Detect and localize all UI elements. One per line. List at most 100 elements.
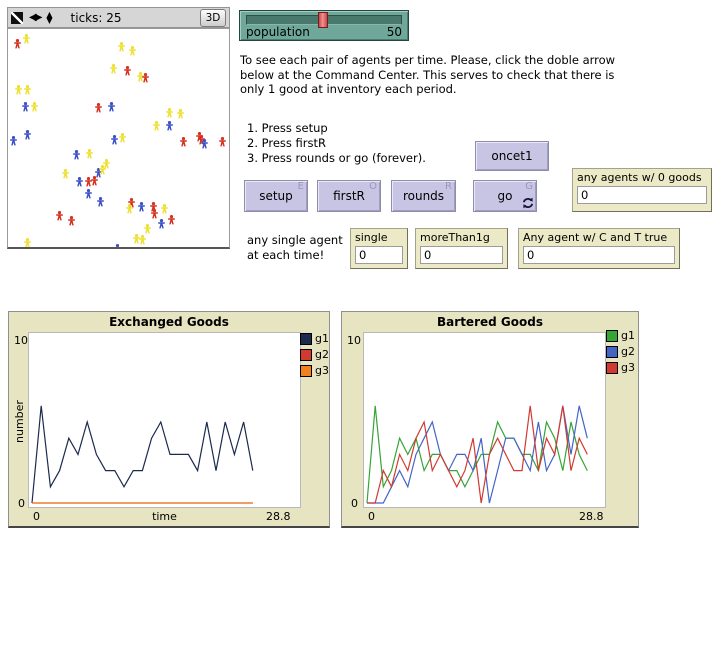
monitor-any-agents-0-goods: any agents w/ 0 goods 0 xyxy=(572,168,712,212)
plot-area xyxy=(28,332,301,508)
plot-bartered-goods: Bartered Goods 10 0 0 28.8 g1g2g3 xyxy=(341,311,639,528)
agent-person xyxy=(62,169,69,178)
agent-person xyxy=(139,235,146,244)
monitor-value: 0 xyxy=(577,186,707,204)
legend-label: g1 xyxy=(315,332,329,345)
plot-title: Exchanged Goods xyxy=(9,315,329,329)
monitor-single: single 0 xyxy=(350,228,408,269)
legend-label: g2 xyxy=(621,345,635,358)
world-canvas xyxy=(7,28,230,249)
agent-person xyxy=(14,39,21,48)
agent-person xyxy=(68,216,75,225)
legend-label: g3 xyxy=(621,361,635,374)
monitor-value: 0 xyxy=(355,246,403,264)
monitor-value: 0 xyxy=(523,246,675,264)
agent-person xyxy=(166,108,173,117)
agent-person xyxy=(153,121,160,130)
agents-layer xyxy=(8,29,229,247)
agent-person xyxy=(24,85,31,94)
agent-person xyxy=(168,215,175,224)
legend-swatch xyxy=(606,330,618,342)
agent-person xyxy=(118,42,125,51)
view-3d-button[interactable]: 3D xyxy=(200,9,226,27)
agent-person xyxy=(31,102,38,111)
agent-person xyxy=(166,121,173,130)
legend-label: g2 xyxy=(315,348,329,361)
agent-person xyxy=(144,224,151,233)
firstr-shortcut-key: O xyxy=(369,181,377,192)
legend-item: g1 xyxy=(300,332,329,345)
side-note-line: any single agent xyxy=(247,233,343,248)
agent-person xyxy=(138,202,145,211)
resize-icon[interactable] xyxy=(11,12,23,24)
monitor-label: any agents w/ 0 goods xyxy=(577,171,707,184)
agent-person xyxy=(133,234,140,243)
population-slider[interactable]: population 50 xyxy=(239,10,409,41)
world-view-header: ◀▶ ▲▼ ticks: 25 3D xyxy=(7,7,230,28)
rounds-button[interactable]: rounds R xyxy=(391,180,456,212)
legend-swatch xyxy=(606,346,618,358)
agent-person xyxy=(95,103,102,112)
setup-button[interactable]: setup E xyxy=(244,180,308,212)
agent-person xyxy=(103,159,110,168)
ticks-counter: ticks: 25 xyxy=(71,11,122,25)
y-axis-min-tick: 0 xyxy=(18,497,25,510)
agent-person xyxy=(219,137,226,146)
x-axis-max-tick: 28.8 xyxy=(579,510,604,523)
plot-legend: g1 g2 g3 xyxy=(606,329,635,374)
agent-person xyxy=(177,109,184,118)
y-axis-min-tick: 0 xyxy=(351,497,358,510)
side-note-line: at each time! xyxy=(247,248,343,263)
agent-person xyxy=(124,66,131,75)
netlogo-interface: ◀▶ ▲▼ ticks: 25 3D population 50 xyxy=(0,0,718,661)
instruction-item: 3. Press rounds or go (forever). xyxy=(247,151,426,166)
legend-label: g1 xyxy=(621,329,635,342)
x-axis-min-tick: 0 xyxy=(368,510,375,523)
legend-swatch xyxy=(300,349,312,361)
plot-area xyxy=(363,332,606,508)
horizontal-arrows-icon[interactable]: ◀▶ xyxy=(29,13,40,23)
legend-swatch xyxy=(606,362,618,374)
agent-person xyxy=(24,130,31,139)
agent-person xyxy=(85,177,92,186)
monitor-label: single xyxy=(355,231,403,244)
monitor-label: Any agent w/ C and T true xyxy=(523,231,675,244)
monitor-c-and-t-true: Any agent w/ C and T true 0 xyxy=(518,228,680,269)
slider-value: 50 xyxy=(387,25,402,39)
y-axis-max-tick: 10 xyxy=(347,334,361,347)
agent-person xyxy=(110,64,117,73)
agent-person xyxy=(108,102,115,111)
agent-person xyxy=(10,136,17,145)
legend-item: g3 xyxy=(606,361,635,374)
rounds-shortcut-key: R xyxy=(445,181,452,192)
agent-person xyxy=(22,102,29,111)
series-g1-line xyxy=(32,406,253,503)
agent-person xyxy=(97,197,104,206)
instructions-list: 1. Press setup 2. Press firstR 3. Press … xyxy=(247,121,426,166)
note-line: below at the Command Center. This serves… xyxy=(240,68,615,83)
agent-person xyxy=(76,177,83,186)
legend-swatch xyxy=(300,333,312,345)
note-line: To see each pair of agents per time. Ple… xyxy=(240,53,615,68)
agent-person xyxy=(24,238,31,247)
y-axis-max-tick: 10 xyxy=(14,334,28,347)
plot-lines xyxy=(29,333,300,507)
agent-person xyxy=(114,244,121,247)
legend-item: g1 xyxy=(606,329,635,342)
agent-person xyxy=(142,73,149,82)
note-line: only 1 good at inventory each period. xyxy=(240,82,615,97)
note-text: To see each pair of agents per time. Ple… xyxy=(240,53,615,97)
firstr-button-label: firstR xyxy=(333,189,365,203)
legend-swatch xyxy=(300,365,312,377)
world-view-widget: ◀▶ ▲▼ ticks: 25 3D xyxy=(7,7,230,249)
agent-person xyxy=(73,150,80,159)
legend-item: g3 xyxy=(300,364,329,377)
firstr-button[interactable]: firstR O xyxy=(317,180,381,212)
agent-person xyxy=(15,85,22,94)
legend-item: g2 xyxy=(300,348,329,361)
agent-person xyxy=(161,204,168,213)
oncet1-button[interactable]: oncet1 xyxy=(475,141,549,171)
plot-lines xyxy=(364,333,605,507)
vertical-arrows-icon[interactable]: ▲▼ xyxy=(46,12,52,23)
go-button[interactable]: go G xyxy=(473,180,537,212)
